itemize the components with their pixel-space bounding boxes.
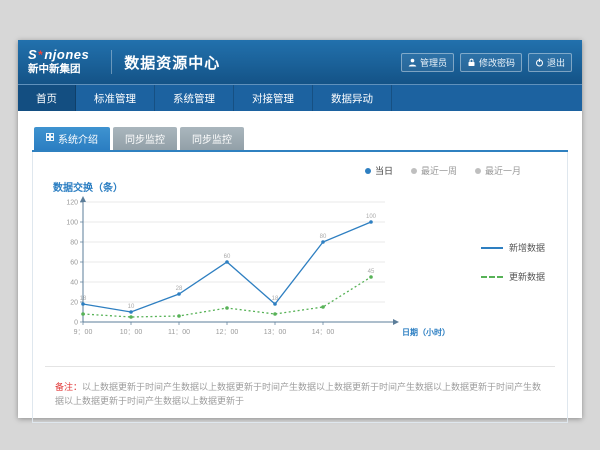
legend-dot	[365, 168, 371, 174]
nav-item-integration-mgmt[interactable]: 对接管理	[234, 85, 313, 111]
filter-today[interactable]: 当日	[365, 164, 393, 177]
svg-text:80: 80	[320, 234, 327, 240]
tab-sync-monitor-2[interactable]: 同步监控	[180, 127, 244, 150]
chart-row: 0 20 40 60 80 100 120 9：00 10：00 11：00 12：00 13：00 1…	[45, 194, 555, 352]
grid-icon	[46, 133, 54, 144]
header-divider	[111, 50, 112, 74]
logo-text: S*njones	[28, 48, 89, 62]
svg-text:10：00: 10：00	[120, 329, 143, 336]
chart-filters: 当日 最近一周 最近一月	[45, 160, 555, 177]
note: 备注：以上数据更新于时间产生数据以上数据更新于时间产生数据以上数据更新于时间产生…	[45, 367, 555, 408]
svg-text:14：00: 14：00	[312, 329, 335, 336]
filter-label: 当日	[375, 164, 393, 177]
chart-panel: 当日 最近一周 最近一月 数据交换（条） 0 20 40 60 80 100 120 9：00…	[32, 152, 568, 423]
filter-last-month[interactable]: 最近一月	[475, 164, 521, 177]
svg-text:45: 45	[368, 269, 375, 275]
tab-label: 系统介绍	[58, 131, 98, 146]
note-prefix: 备注：	[55, 382, 82, 392]
series-label: 新增数据	[509, 241, 545, 254]
change-password-label: 修改密码	[479, 56, 515, 69]
series-line-sample	[481, 276, 503, 278]
svg-text:12：00: 12：00	[216, 329, 239, 336]
main-nav: 首页 标准管理 系统管理 对接管理 数据异动	[18, 84, 582, 111]
filter-label: 最近一月	[485, 164, 521, 177]
admin-user-label: 管理员	[420, 56, 447, 69]
svg-text:40: 40	[70, 280, 78, 287]
app-header: S*njones 新中新集团 数据资源中心 管理员 修改密码	[18, 40, 582, 84]
tab-label: 同步监控	[192, 131, 232, 146]
note-text: 以上数据更新于时间产生数据以上数据更新于时间产生数据以上数据更新于时间产生数据以…	[55, 382, 541, 406]
nav-label: 数据异动	[331, 91, 373, 106]
svg-text:13：00: 13：00	[264, 329, 287, 336]
legend-dot	[475, 168, 481, 174]
app-window: S*njones 新中新集团 数据资源中心 管理员 修改密码	[18, 40, 582, 418]
svg-text:120: 120	[66, 200, 78, 207]
page-title: 数据资源中心	[124, 52, 220, 73]
tab-sync-monitor-1[interactable]: 同步监控	[113, 127, 177, 150]
logout-button[interactable]: 退出	[528, 53, 572, 72]
nav-item-system-mgmt[interactable]: 系统管理	[155, 85, 234, 111]
svg-text:10: 10	[128, 304, 135, 310]
legend-item-new-data[interactable]: 新增数据	[481, 241, 545, 254]
admin-user-button[interactable]: 管理员	[401, 53, 454, 72]
series-line-sample	[481, 247, 503, 249]
filter-label: 最近一周	[421, 164, 457, 177]
nav-item-home[interactable]: 首页	[18, 85, 76, 111]
nav-item-data-change[interactable]: 数据异动	[313, 85, 392, 111]
svg-text:9：00: 9：00	[74, 329, 93, 336]
legend-item-updated-data[interactable]: 更新数据	[481, 270, 545, 283]
line-chart: 0 20 40 60 80 100 120 9：00 10：00 11：00 12：00 13：00 1…	[45, 194, 479, 352]
tab-bar: 系统介绍 同步监控 同步监控	[32, 127, 568, 152]
series-legend: 新增数据 更新数据	[481, 241, 545, 305]
svg-text:100: 100	[366, 214, 377, 220]
logo-star-icon: *	[38, 49, 43, 62]
tab-system-intro[interactable]: 系统介绍	[34, 127, 110, 150]
brand-name: 新中新集团	[28, 64, 89, 76]
svg-text:18: 18	[80, 296, 87, 302]
logout-label: 退出	[547, 56, 565, 69]
user-icon	[408, 58, 417, 67]
header-actions: 管理员 修改密码 退出	[401, 53, 572, 72]
nav-label: 首页	[36, 91, 57, 106]
filter-last-week[interactable]: 最近一周	[411, 164, 457, 177]
svg-text:日期（小时）: 日期（小时）	[402, 327, 450, 337]
legend-dot	[411, 168, 417, 174]
power-icon	[535, 58, 544, 67]
svg-text:60: 60	[70, 260, 78, 267]
series-label: 更新数据	[509, 270, 545, 283]
svg-text:11：00: 11：00	[168, 329, 190, 336]
svg-text:20: 20	[70, 300, 78, 307]
logo-suffix: njones	[44, 48, 89, 62]
svg-text:100: 100	[66, 220, 78, 227]
logo: S*njones 新中新集团	[28, 48, 89, 76]
y-axis-title: 数据交换（条）	[53, 179, 555, 194]
svg-text:60: 60	[224, 254, 231, 260]
nav-label: 标准管理	[94, 91, 136, 106]
svg-text:28: 28	[176, 286, 183, 292]
nav-item-standard-mgmt[interactable]: 标准管理	[76, 85, 155, 111]
content-area: 系统介绍 同步监控 同步监控 当日 最近一周 最近一月 数据交换（条） 0 20 4…	[18, 111, 582, 423]
tab-label: 同步监控	[125, 131, 165, 146]
nav-label: 对接管理	[252, 91, 294, 106]
svg-text:80: 80	[70, 240, 78, 247]
nav-label: 系统管理	[173, 91, 215, 106]
change-password-button[interactable]: 修改密码	[460, 53, 522, 72]
svg-text:18: 18	[272, 296, 279, 302]
lock-icon	[467, 58, 476, 67]
svg-text:0: 0	[74, 320, 78, 327]
logo-prefix: S	[28, 48, 37, 62]
